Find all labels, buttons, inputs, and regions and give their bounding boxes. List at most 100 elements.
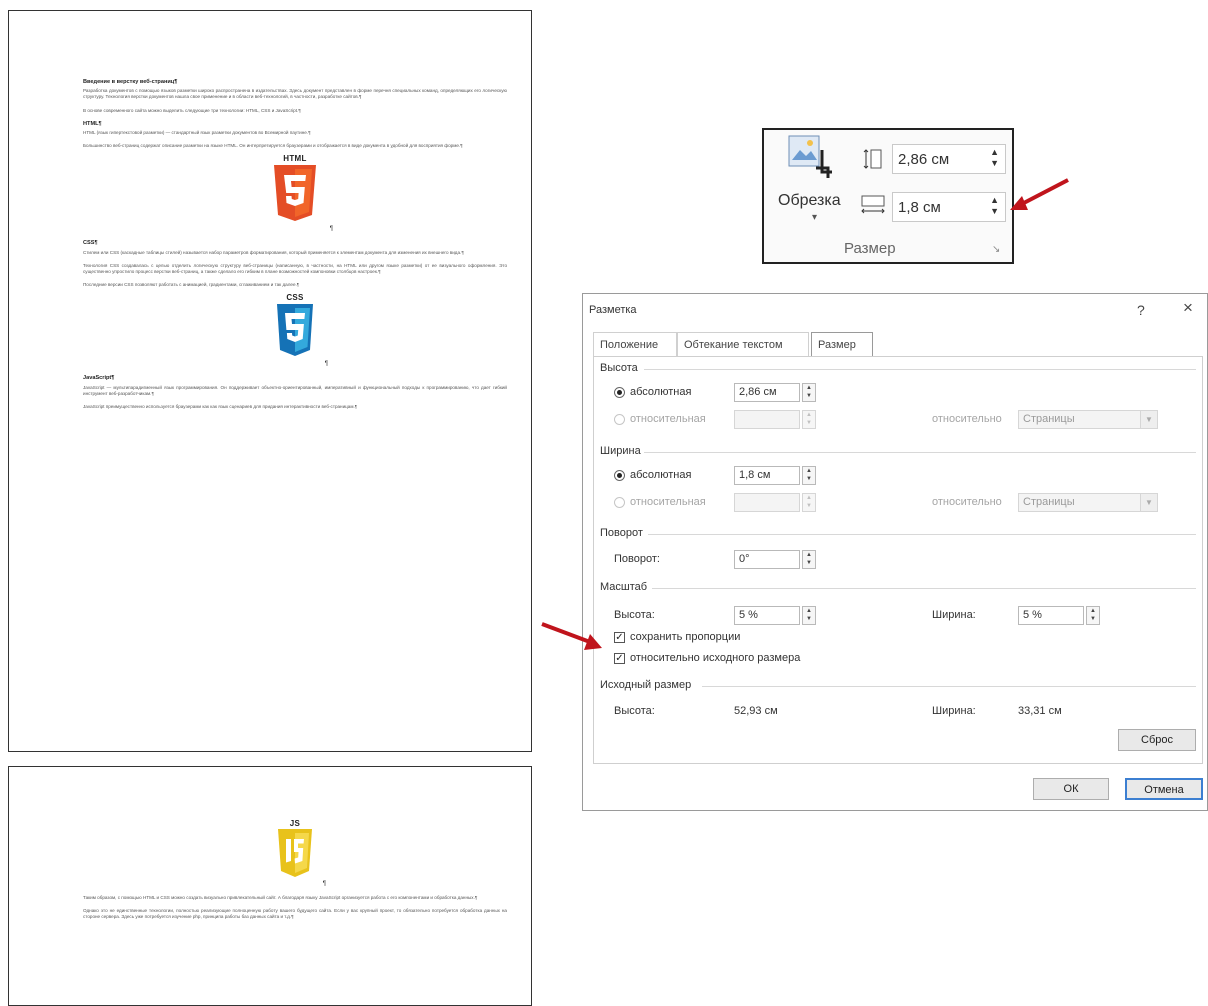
spin-down-icon[interactable]: ▼ — [803, 392, 815, 400]
divider — [702, 686, 1196, 687]
html5-logo[interactable]: HTML ¶ — [265, 155, 333, 232]
spin-down-icon[interactable]: ▼ — [1087, 615, 1099, 623]
spin-up-icon[interactable]: ▲ — [803, 494, 815, 502]
heading-intro: Введение в верстку веб-страниц¶ — [83, 79, 178, 85]
scale-height-input[interactable]: 5 % — [734, 606, 800, 625]
page-2-content: JS ¶ Таким образом, с помощью HTML и CSS… — [83, 819, 507, 928]
tab-size[interactable]: Размер — [811, 332, 873, 358]
spin-down-icon[interactable]: ▼ — [803, 502, 815, 510]
spin-down-icon[interactable]: ▼ — [803, 475, 815, 483]
html5-shield-icon — [274, 164, 316, 221]
paragraph: JavaScript преимущественно используется … — [83, 404, 358, 410]
paragraph: Большинство веб-страниц содержат описани… — [83, 143, 463, 149]
paragraph: HTML (язык гипертекстовой разметки) — ст… — [83, 130, 311, 136]
scale-width-input[interactable]: 5 % — [1018, 606, 1084, 625]
spin-up-icon[interactable]: ▲ — [803, 467, 815, 475]
section-width: Ширина — [600, 445, 641, 457]
spin-up-icon[interactable]: ▲ — [990, 195, 999, 206]
layout-dialog: Разметка ? × Положение Обтекание текстом… — [582, 293, 1208, 811]
scale-width-spinner[interactable]: ▲ ▼ — [1086, 606, 1100, 625]
rotate-spinner[interactable]: ▲ ▼ — [802, 550, 816, 569]
height-absolute-label: абсолютная — [630, 386, 692, 398]
heading-javascript: JavaScript¶ — [83, 375, 115, 382]
arrow-pointer-icon — [541, 622, 602, 650]
css3-shield-icon — [277, 303, 313, 356]
height-absolute-radio[interactable] — [614, 387, 625, 398]
spin-up-icon[interactable]: ▲ — [803, 551, 815, 559]
chevron-down-icon[interactable]: ▼ — [1140, 410, 1158, 429]
height-value: 2,86 см — [898, 151, 950, 168]
cancel-button[interactable]: Отмена — [1125, 778, 1203, 800]
ribbon-size-group: Обрезка ▾ 2,86 см ▲ ▼ 1,8 см ▲ ▼ Размер … — [762, 128, 1014, 264]
width-relative-spinner[interactable]: ▲ ▼ — [802, 493, 816, 512]
pilcrow: ¶ — [322, 880, 326, 887]
reset-button[interactable]: Сброс — [1118, 729, 1196, 751]
paragraph: Однако это не единственные технологии, п… — [83, 908, 507, 920]
spin-up-icon[interactable]: ▲ — [1087, 607, 1099, 615]
pilcrow: ¶ — [329, 226, 333, 233]
width-relative-radio[interactable] — [614, 497, 625, 508]
crop-button[interactable]: Обрезка ▾ — [772, 132, 856, 232]
javascript-logo[interactable]: JS ¶ — [272, 819, 326, 887]
height-absolute-input[interactable]: 2,86 см — [734, 383, 800, 402]
height-relative-label: относительная — [630, 413, 706, 425]
height-relative-input[interactable] — [734, 410, 800, 429]
spin-down-icon[interactable]: ▼ — [803, 615, 815, 623]
width-absolute-input[interactable]: 1,8 см — [734, 466, 800, 485]
heading-css: CSS¶ — [83, 240, 98, 247]
spin-up-icon[interactable]: ▲ — [803, 411, 815, 419]
height-relative-to-label: относительно — [932, 413, 1002, 425]
height-spinbox[interactable]: 2,86 см ▲ ▼ — [892, 144, 1006, 174]
lock-aspect-ratio-checkbox[interactable]: ✓ — [614, 632, 625, 643]
group-label-size: Размер — [844, 240, 896, 257]
document-page-2: JS ¶ Таким образом, с помощью HTML и CSS… — [8, 766, 532, 1006]
height-absolute-spinner[interactable]: ▲ ▼ — [802, 383, 816, 402]
scale-height-label: Высота: — [614, 609, 655, 621]
height-relative-select[interactable]: Страницы — [1018, 410, 1142, 429]
paragraph: Технология CSS создавалась с целью отдел… — [83, 262, 507, 275]
width-absolute-label: абсолютная — [630, 469, 692, 481]
scale-width-label: Ширина: — [932, 609, 976, 621]
width-spinbox[interactable]: 1,8 см ▲ ▼ — [892, 192, 1006, 222]
width-relative-to-label: относительно — [932, 496, 1002, 508]
width-relative-input[interactable] — [734, 493, 800, 512]
paragraph: Разработка документов с помощью языков р… — [83, 88, 507, 100]
spin-up-icon[interactable]: ▲ — [803, 607, 815, 615]
rotate-label: Поворот: — [614, 553, 660, 565]
width-relative-select[interactable]: Страницы — [1018, 493, 1142, 512]
close-icon[interactable]: × — [1183, 298, 1193, 318]
spin-up-icon[interactable]: ▲ — [803, 384, 815, 392]
height-relative-radio[interactable] — [614, 414, 625, 425]
ok-button[interactable]: ОК — [1033, 778, 1109, 800]
crop-dropdown-arrow: ▾ — [812, 212, 818, 223]
divider — [644, 452, 1196, 453]
paragraph: Стилем или CSS (каскадные таблицы стилей… — [83, 249, 464, 255]
width-absolute-radio[interactable] — [614, 470, 625, 481]
chevron-down-icon[interactable]: ▼ — [1140, 493, 1158, 512]
relative-to-original-checkbox[interactable]: ✓ — [614, 653, 625, 664]
paragraph: Последние версии CSS позволяют работать … — [83, 282, 300, 288]
tab-position[interactable]: Положение — [593, 332, 677, 356]
spin-down-icon[interactable]: ▼ — [990, 206, 999, 217]
height-spin-arrows: ▲ ▼ — [990, 147, 999, 169]
dialog-title: Разметка — [589, 304, 637, 316]
spin-down-icon[interactable]: ▼ — [990, 158, 999, 169]
width-absolute-spinner[interactable]: ▲ ▼ — [802, 466, 816, 485]
dialog-launcher-icon[interactable]: ↘ — [992, 244, 1000, 255]
spin-down-icon[interactable]: ▼ — [803, 559, 815, 567]
spin-up-icon[interactable]: ▲ — [990, 147, 999, 158]
lock-aspect-ratio-label: сохранить пропорции — [630, 631, 741, 643]
help-button[interactable]: ? — [1137, 302, 1145, 318]
section-height: Высота — [600, 362, 638, 374]
rotate-input[interactable]: 0° — [734, 550, 800, 569]
scale-height-spinner[interactable]: ▲ ▼ — [802, 606, 816, 625]
height-relative-spinner[interactable]: ▲ ▼ — [802, 410, 816, 429]
picture-crop-icon — [788, 135, 832, 178]
tab-text-wrapping[interactable]: Обтекание текстом — [677, 332, 809, 356]
divider — [644, 369, 1196, 370]
section-rotate: Поворот — [600, 527, 643, 539]
spin-down-icon[interactable]: ▼ — [803, 419, 815, 427]
original-height-label: Высота: — [614, 705, 655, 717]
css3-logo[interactable]: CSS ¶ — [270, 294, 328, 367]
original-width-label: Ширина: — [932, 705, 976, 717]
